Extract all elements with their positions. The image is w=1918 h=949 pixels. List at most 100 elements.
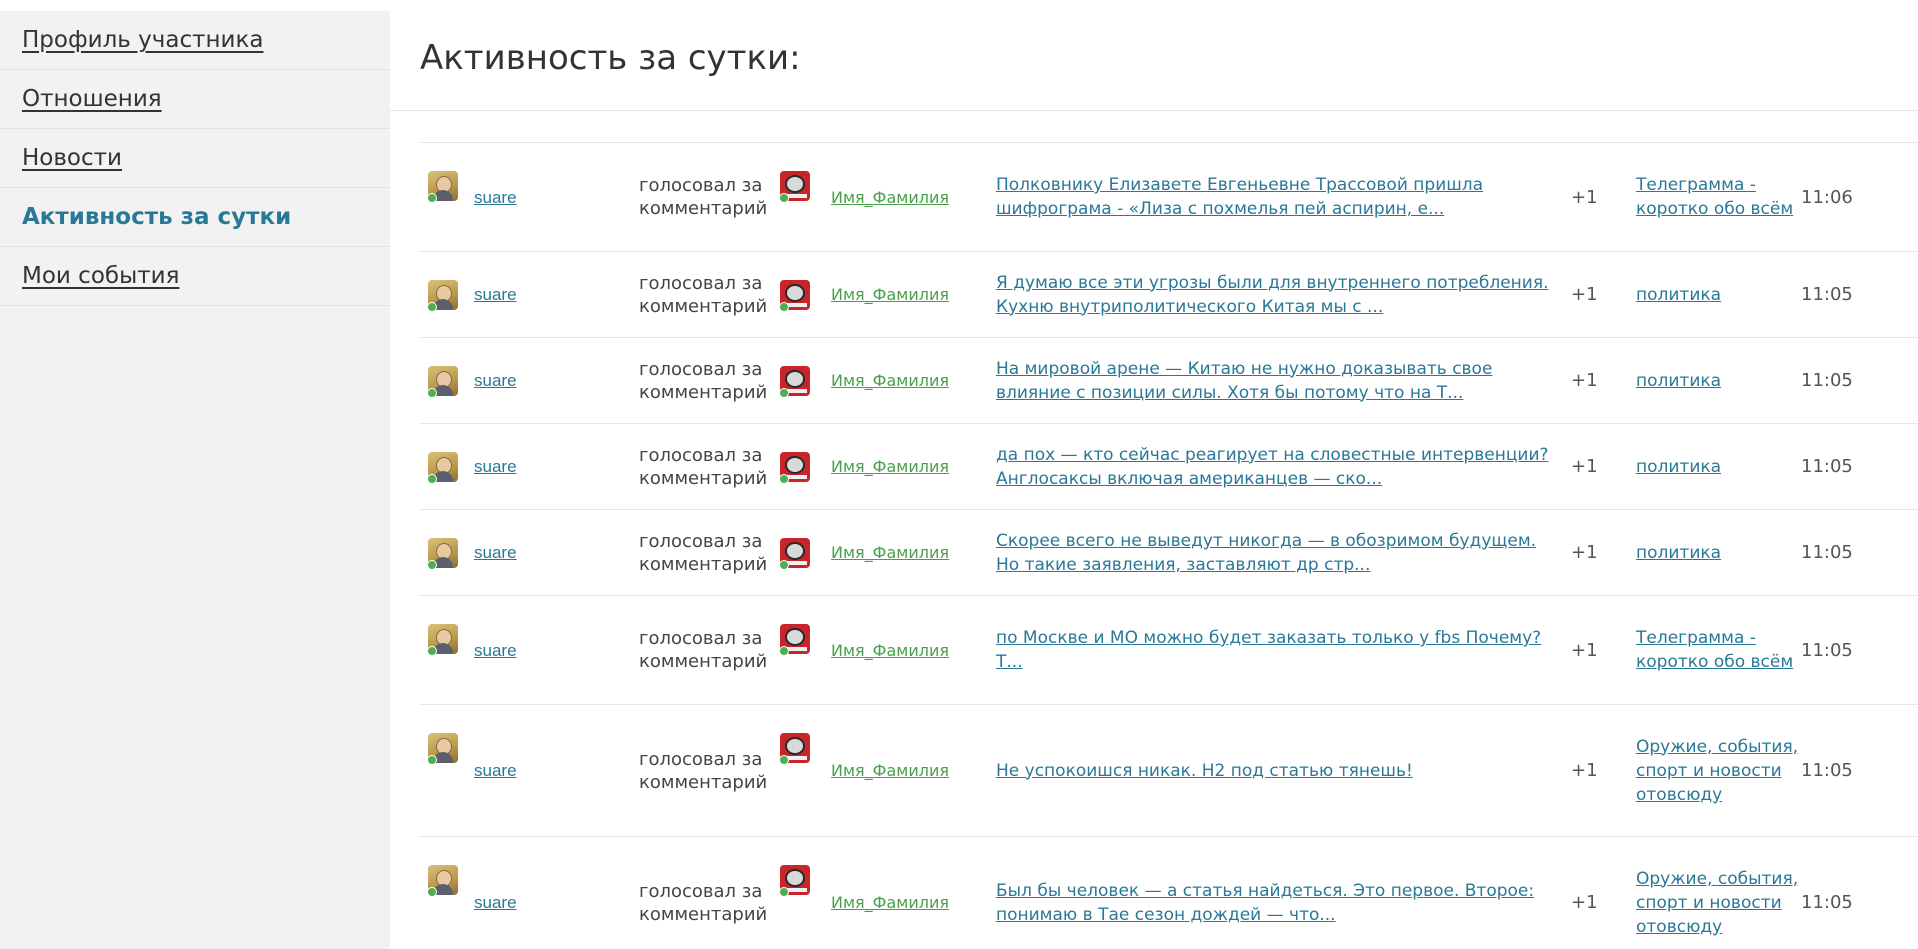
online-status-icon (779, 388, 789, 398)
activity-row: suare голосовал за комментарий Имя_Фамил… (420, 595, 1918, 705)
user-link[interactable]: suare (474, 285, 517, 304)
target-avatar[interactable] (779, 280, 810, 312)
blog-cell: политика (1636, 423, 1801, 510)
user-cell: suare (474, 423, 639, 510)
user-avatar[interactable] (427, 624, 458, 656)
comment-link[interactable]: Не успокоишся никак. Н2 под статью тянеш… (996, 761, 1413, 781)
user-link[interactable]: suare (474, 188, 517, 207)
target-user-link[interactable]: Имя_Фамилия (831, 457, 949, 476)
blog-link[interactable]: политика (1636, 457, 1721, 477)
blog-link[interactable]: политика (1636, 543, 1721, 563)
target-user-link[interactable]: Имя_Фамилия (831, 893, 949, 912)
comment-link[interactable]: Был бы человек — а статья найдеться. Это… (996, 881, 1534, 925)
timestamp: 11:05 (1801, 595, 1918, 705)
target-user-link[interactable]: Имя_Фамилия (831, 761, 949, 780)
user-link[interactable]: suare (474, 543, 517, 562)
vote-score: +1 (1571, 337, 1636, 424)
timestamp: 11:05 (1801, 423, 1918, 510)
target-avatar[interactable] (779, 171, 810, 203)
target-avatar-cell (776, 423, 831, 510)
timestamp: 11:05 (1801, 509, 1918, 596)
user-link[interactable]: suare (474, 641, 517, 660)
online-status-icon (427, 755, 437, 765)
user-link[interactable]: suare (474, 893, 517, 912)
sidebar-item-news[interactable]: Новости (0, 129, 390, 188)
target-avatar[interactable] (779, 366, 810, 398)
sidebar: Профиль участника Отношения Новости Акти… (0, 11, 390, 949)
blog-link[interactable]: Телеграмма - коротко обо всём (1636, 628, 1793, 672)
blog-link[interactable]: Телеграмма - коротко обо всём (1636, 175, 1793, 219)
user-avatar-cell (420, 337, 474, 424)
timestamp: 11:05 (1801, 836, 1918, 949)
user-link[interactable]: suare (474, 371, 517, 390)
comment-link[interactable]: да пох — кто сейчас реагирует на словест… (996, 445, 1549, 489)
activity-row: suare голосовал за комментарий Имя_Фамил… (420, 704, 1918, 837)
blog-cell: Телеграмма - коротко обо всём (1636, 595, 1801, 705)
target-cell: Имя_Фамилия (831, 595, 996, 705)
blog-cell: политика (1636, 337, 1801, 424)
blog-cell: политика (1636, 251, 1801, 338)
comment-link[interactable]: Я думаю все эти угрозы были для внутренн… (996, 273, 1548, 317)
target-avatar[interactable] (779, 452, 810, 484)
user-link[interactable]: suare (474, 761, 517, 780)
comment-cell: Не успокоишся никак. Н2 под статью тянеш… (996, 704, 1571, 837)
blog-link[interactable]: политика (1636, 285, 1721, 305)
blog-cell: Оружие, события, спорт и новости отовсюд… (1636, 836, 1801, 949)
sidebar-item-my-events[interactable]: Мои события (0, 247, 390, 306)
user-cell: suare (474, 704, 639, 837)
user-avatar[interactable] (427, 865, 458, 897)
user-avatar[interactable] (427, 538, 458, 570)
timestamp: 11:05 (1801, 251, 1918, 338)
page-title: Активность за сутки: (420, 38, 801, 78)
online-status-icon (427, 193, 437, 203)
target-user-link[interactable]: Имя_Фамилия (831, 641, 949, 660)
user-avatar-cell (420, 142, 474, 252)
timestamp: 11:05 (1801, 337, 1918, 424)
user-avatar[interactable] (427, 452, 458, 484)
user-avatar[interactable] (427, 733, 458, 765)
target-avatar[interactable] (779, 733, 810, 765)
user-avatar[interactable] (427, 366, 458, 398)
comment-link[interactable]: Полковнику Елизавете Евгеньевне Трассово… (996, 175, 1483, 219)
action-text: голосовал за комментарий (639, 704, 776, 837)
action-text: голосовал за комментарий (639, 595, 776, 705)
user-avatar-cell (420, 423, 474, 510)
target-avatar[interactable] (779, 865, 810, 897)
activity-table: suare голосовал за комментарий Имя_Фамил… (420, 142, 1918, 949)
activity-row: suare голосовал за комментарий Имя_Фамил… (420, 337, 1918, 424)
comment-cell: Полковнику Елизавете Евгеньевне Трассово… (996, 142, 1571, 252)
user-avatar[interactable] (427, 280, 458, 312)
sidebar-item-profile[interactable]: Профиль участника (0, 11, 390, 70)
online-status-icon (779, 887, 789, 897)
target-cell: Имя_Фамилия (831, 836, 996, 949)
target-avatar-cell (776, 836, 831, 949)
blog-link[interactable]: Оружие, события, спорт и новости отовсюд… (1636, 737, 1798, 805)
blog-link[interactable]: Оружие, события, спорт и новости отовсюд… (1636, 869, 1798, 937)
target-avatar[interactable] (779, 624, 810, 656)
online-status-icon (779, 646, 789, 656)
action-text: голосовал за комментарий (639, 836, 776, 949)
comment-link[interactable]: по Москве и МО можно будет заказать толь… (996, 628, 1541, 672)
target-user-link[interactable]: Имя_Фамилия (831, 371, 949, 390)
target-user-link[interactable]: Имя_Фамилия (831, 543, 949, 562)
online-status-icon (427, 887, 437, 897)
main-content: Активность за сутки: suare голосовал за … (390, 0, 1918, 949)
blog-link[interactable]: политика (1636, 371, 1721, 391)
sidebar-item-daily-activity[interactable]: Активность за сутки (0, 188, 390, 247)
online-status-icon (427, 474, 437, 484)
user-link[interactable]: suare (474, 457, 517, 476)
target-avatar[interactable] (779, 538, 810, 570)
comment-link[interactable]: На мировой арене — Китаю не нужно доказы… (996, 359, 1492, 403)
target-user-link[interactable]: Имя_Фамилия (831, 285, 949, 304)
action-text: голосовал за комментарий (639, 251, 776, 338)
comment-cell: Скорее всего не выведут никогда — в обоз… (996, 509, 1571, 596)
user-cell: suare (474, 337, 639, 424)
blog-cell: политика (1636, 509, 1801, 596)
target-avatar-cell (776, 704, 831, 837)
user-avatar[interactable] (427, 171, 458, 203)
action-text: голосовал за комментарий (639, 509, 776, 596)
target-user-link[interactable]: Имя_Фамилия (831, 188, 949, 207)
comment-link[interactable]: Скорее всего не выведут никогда — в обоз… (996, 531, 1536, 575)
sidebar-item-relations[interactable]: Отношения (0, 70, 390, 129)
user-cell: suare (474, 251, 639, 338)
